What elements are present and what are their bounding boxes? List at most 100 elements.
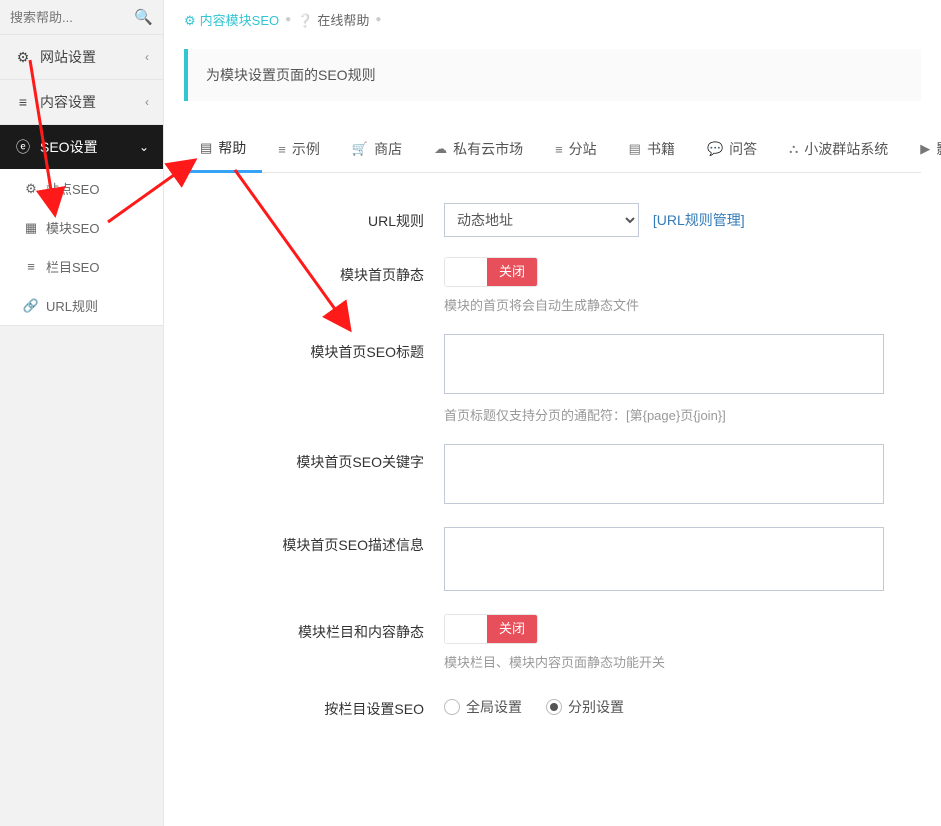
radio-global[interactable]: 全局设置: [444, 697, 522, 717]
sub-site-seo[interactable]: ⚙ 站点SEO: [0, 169, 163, 208]
tabs: ▤帮助 ≡示例 🛒商店 ☁私有云市场 ≡分站 ▤书籍 💬问答 ⛬小波群站系统 ▶…: [184, 126, 921, 173]
chevron-down-icon: ⌄: [139, 140, 149, 154]
tab-store[interactable]: 🛒 商店: [336, 126, 418, 172]
book-icon: ▤: [629, 141, 641, 157]
label-per-cat: 按栏目设置SEO: [184, 691, 444, 719]
row-cat-static: 模块栏目和内容静态 关闭 模块栏目、模块内容页面静态功能开关: [184, 614, 921, 671]
radio-separate[interactable]: 分别设置: [546, 697, 624, 717]
label-cat-static: 模块栏目和内容静态: [184, 614, 444, 642]
sub-label: 模块SEO: [46, 218, 99, 237]
sub-category-seo[interactable]: ≡ 栏目SEO: [0, 247, 163, 286]
menu-content-settings[interactable]: ≡ 内容设置 ‹: [0, 80, 163, 124]
sub-label: 站点SEO: [46, 179, 99, 198]
info-bar: 为模块设置页面的SEO规则: [184, 49, 921, 101]
radio-icon: [444, 699, 460, 715]
search-icon[interactable]: 🔍: [134, 8, 153, 26]
submenu-seo: ⚙ 站点SEO ▦ 模块SEO ≡ 栏目SEO 🔗 URL规则: [0, 169, 163, 325]
gear-icon: ⚙: [14, 49, 32, 66]
tab-video[interactable]: ▶影: [904, 126, 941, 172]
network-icon: ⛬: [789, 141, 798, 157]
breadcrumb-label: 内容模块SEO: [200, 13, 279, 28]
radio-label: 全局设置: [466, 697, 522, 717]
label-home-static: 模块首页静态: [184, 257, 444, 285]
cart-icon: 🛒: [352, 141, 368, 157]
tab-label: 示例: [292, 139, 320, 159]
chevron-left-icon: ‹: [145, 50, 149, 64]
help-home-title: 首页标题仅支持分页的通配符：[第{page}页{join}]: [444, 405, 921, 424]
chat-icon: 💬: [707, 141, 723, 157]
sub-label: 栏目SEO: [46, 257, 99, 276]
breadcrumb-item-seo[interactable]: ⚙ 内容模块SEO: [184, 10, 279, 29]
tab-qa[interactable]: 💬问答: [691, 126, 773, 172]
menu-label: 内容设置: [40, 92, 96, 112]
breadcrumb: ⚙ 内容模块SEO ● ❔ 在线帮助 ●: [164, 0, 941, 39]
menu-group-seo: ⓔ SEO设置 ⌄ ⚙ 站点SEO ▦ 模块SEO ≡ 栏目SEO 🔗 URL规…: [0, 125, 163, 326]
toggle-label: 关闭: [487, 258, 537, 286]
menu-label: SEO设置: [40, 137, 98, 157]
toggle-cat-static[interactable]: 关闭: [444, 614, 538, 644]
select-url-rule[interactable]: 动态地址: [444, 203, 639, 237]
info-text: 为模块设置页面的SEO规则: [206, 67, 376, 83]
textarea-home-title[interactable]: [444, 334, 884, 394]
textarea-home-keywords[interactable]: [444, 444, 884, 504]
row-home-static: 模块首页静态 关闭 模块的首页将会自动生成静态文件: [184, 257, 921, 314]
grid-icon: ▦: [22, 220, 40, 236]
link-icon: 🔗: [22, 298, 40, 314]
label-home-desc: 模块首页SEO描述信息: [184, 527, 444, 555]
play-icon: ▶: [920, 141, 930, 157]
row-url-rule: URL规则 动态地址 [URL规则管理]: [184, 203, 921, 237]
tab-label: 小波群站系统: [804, 139, 888, 159]
search-input[interactable]: [10, 10, 110, 25]
tab-branch[interactable]: ≡ 分站: [539, 126, 613, 172]
tab-xiaobo[interactable]: ⛬ 小波群站系统: [773, 126, 904, 172]
label-home-title: 模块首页SEO标题: [184, 334, 444, 362]
chevron-left-icon: ‹: [145, 95, 149, 109]
list-icon: ≡: [22, 259, 40, 274]
tab-example[interactable]: ≡示例: [262, 126, 336, 172]
breadcrumb-separator: ●: [285, 14, 291, 25]
sub-label: URL规则: [46, 296, 98, 315]
gear-icon: ⚙: [184, 13, 196, 28]
breadcrumb-label: 在线帮助: [317, 13, 369, 28]
help-icon: ❔: [297, 13, 313, 28]
help-cat-static: 模块栏目、模块内容页面静态功能开关: [444, 652, 921, 671]
sub-url-rule[interactable]: 🔗 URL规则: [0, 286, 163, 325]
label-home-keywords: 模块首页SEO关键字: [184, 444, 444, 472]
list-icon: ≡: [14, 94, 32, 110]
tab-label: 影: [936, 139, 941, 159]
tab-label: 商店: [374, 139, 402, 159]
menu-group-content: ≡ 内容设置 ‹: [0, 80, 163, 125]
toggle-home-static[interactable]: 关闭: [444, 257, 538, 287]
tab-cloud[interactable]: ☁ 私有云市场: [418, 126, 539, 172]
link-url-rule-manage[interactable]: [URL规则管理]: [653, 212, 745, 228]
toggle-label: 关闭: [487, 615, 537, 643]
tab-label: 分站: [569, 139, 597, 159]
breadcrumb-separator: ●: [375, 14, 381, 25]
list-icon: ≡: [555, 142, 563, 157]
tab-help[interactable]: ▤ 帮助: [184, 126, 262, 173]
main: ⚙内容模块SEO ● ❔在线帮助 ● 为模块设置页面的SEO规则 ▤帮助 ≡示例…: [164, 0, 941, 826]
menu-seo-settings[interactable]: ⓔ SEO设置 ⌄: [0, 125, 163, 169]
search-wrap: 🔍: [0, 0, 163, 35]
menu-group-site: ⚙ 网站设置 ‹: [0, 35, 163, 80]
ie-icon: ⓔ: [14, 137, 32, 157]
tab-label: 帮助: [218, 138, 246, 158]
help-home-static: 模块的首页将会自动生成静态文件: [444, 295, 921, 314]
gear-icon: ⚙: [22, 181, 40, 197]
tab-label: 书籍: [647, 139, 675, 159]
menu-site-settings[interactable]: ⚙ 网站设置 ‹: [0, 35, 163, 79]
textarea-home-desc[interactable]: [444, 527, 884, 591]
radio-label: 分别设置: [568, 697, 624, 717]
form: URL规则 动态地址 [URL规则管理] 模块首页静态 关闭 模块的首页将会自动…: [164, 173, 941, 749]
book-icon: ▤: [200, 140, 212, 156]
menu-label: 网站设置: [40, 47, 96, 67]
row-home-desc: 模块首页SEO描述信息: [184, 527, 921, 594]
cloud-icon: ☁: [434, 141, 447, 157]
row-per-cat: 按栏目设置SEO 全局设置 分别设置: [184, 691, 921, 719]
breadcrumb-item-help[interactable]: ❔ 在线帮助: [297, 10, 369, 29]
sidebar: 🔍 ⚙ 网站设置 ‹ ≡ 内容设置 ‹ ⓔ SEO设置 ⌄ ⚙ 站点SEO ▦: [0, 0, 164, 826]
tab-label: 私有云市场: [453, 139, 523, 159]
tab-book[interactable]: ▤ 书籍: [613, 126, 691, 172]
sub-module-seo[interactable]: ▦ 模块SEO: [0, 208, 163, 247]
row-home-keywords: 模块首页SEO关键字: [184, 444, 921, 507]
